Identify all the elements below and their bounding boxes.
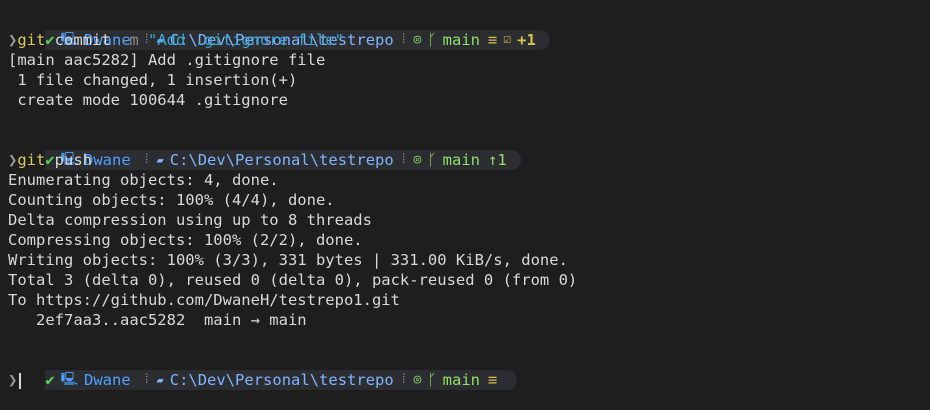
command-name: git (17, 151, 46, 169)
output-line: To https://github.com/DwaneH/testrepo1.g… (8, 291, 400, 309)
prompt-user: Dwane (84, 371, 131, 389)
output-line: create mode 100644 .gitignore (8, 91, 288, 109)
git-branch-icon: ᚴ (427, 371, 437, 389)
vertical-dots-icon: ⁞ (399, 152, 408, 167)
prompt-bar: ✔ 🖳 Dwane ⁞ ▰ C:\Dev\Personal\testrepo ⁞… (45, 150, 521, 170)
output-line: Delta compression using up to 8 threads (8, 211, 372, 229)
computer-icon: 🖳 (60, 372, 79, 387)
output-line: 1 file changed, 1 insertion(+) (8, 71, 298, 89)
command-flag: -m (120, 31, 148, 49)
prompt-caret: ❯ (8, 371, 18, 389)
staged-count: +1 (517, 31, 536, 49)
output-line: Enumerating objects: 4, done. (8, 171, 279, 189)
folder-icon: ▰ (156, 373, 164, 387)
prompt-line: ✔ 🖳 Dwane ⁞ ▰ C:\Dev\Personal\testrepo ⁞… (0, 130, 930, 170)
prompt-path: C:\Dev\Personal\testrepo (169, 151, 394, 169)
git-branch-icon: ᚴ (427, 151, 437, 169)
github-icon: ◎ (413, 152, 422, 167)
prompt-branch: main (442, 31, 480, 49)
prompt-line: ✔ 🖳 Dwane ⁞ ▰ C:\Dev\Personal\testrepo ⁞… (0, 350, 930, 390)
staged-icon: ☑ (503, 32, 512, 47)
github-icon: ◎ (413, 372, 422, 387)
command-text: commit (45, 31, 120, 49)
prompt-path: C:\Dev\Personal\testrepo (169, 371, 394, 389)
prompt-bar: ✔ 🖳 Dwane ⁞ ▰ C:\Dev\Personal\testrepo ⁞… (45, 370, 518, 390)
prompt-caret: ❯ (8, 151, 18, 169)
text-cursor (19, 372, 22, 389)
command-string: "Add .gitignore file" (148, 31, 344, 49)
command-name: git (17, 31, 46, 49)
prompt-branch: main (442, 151, 480, 169)
vertical-dots-icon: ⁞ (399, 32, 408, 47)
prompt-line: ✔ 🖳 Dwane ⁞ ▰ C:\Dev\Personal\testrepo ⁞… (0, 10, 930, 50)
output-line: [main aac5282] Add .gitignore file (8, 51, 326, 69)
output-line: Counting objects: 100% (4/4), done. (8, 191, 335, 209)
synced-indicator: ≡ (487, 371, 498, 389)
output-line: Total 3 (delta 0), reused 0 (delta 0), p… (8, 271, 578, 289)
synced-indicator: ≡ (487, 31, 498, 49)
prompt-caret: ❯ (8, 31, 18, 49)
output-line: Compressing objects: 100% (2/2), done. (8, 231, 363, 249)
check-icon: ✔ (45, 371, 55, 389)
vertical-dots-icon: ⁞ (142, 372, 151, 387)
prompt-branch: main (442, 371, 480, 389)
ahead-indicator: ↑1 (487, 151, 507, 169)
git-branch-icon: ᚴ (427, 31, 437, 49)
output-line: 2ef7aa3..aac5282 main → main (8, 311, 307, 329)
output-line: Writing objects: 100% (3/3), 331 bytes |… (8, 251, 568, 269)
terminal-window[interactable]: ✔ 🖳 Dwane ⁞ ▰ C:\Dev\Personal\testrepo ⁞… (0, 0, 930, 400)
github-icon: ◎ (413, 32, 422, 47)
vertical-dots-icon: ⁞ (142, 152, 151, 167)
folder-icon: ▰ (156, 153, 164, 167)
vertical-dots-icon: ⁞ (399, 372, 408, 387)
command-text: push (45, 151, 93, 169)
